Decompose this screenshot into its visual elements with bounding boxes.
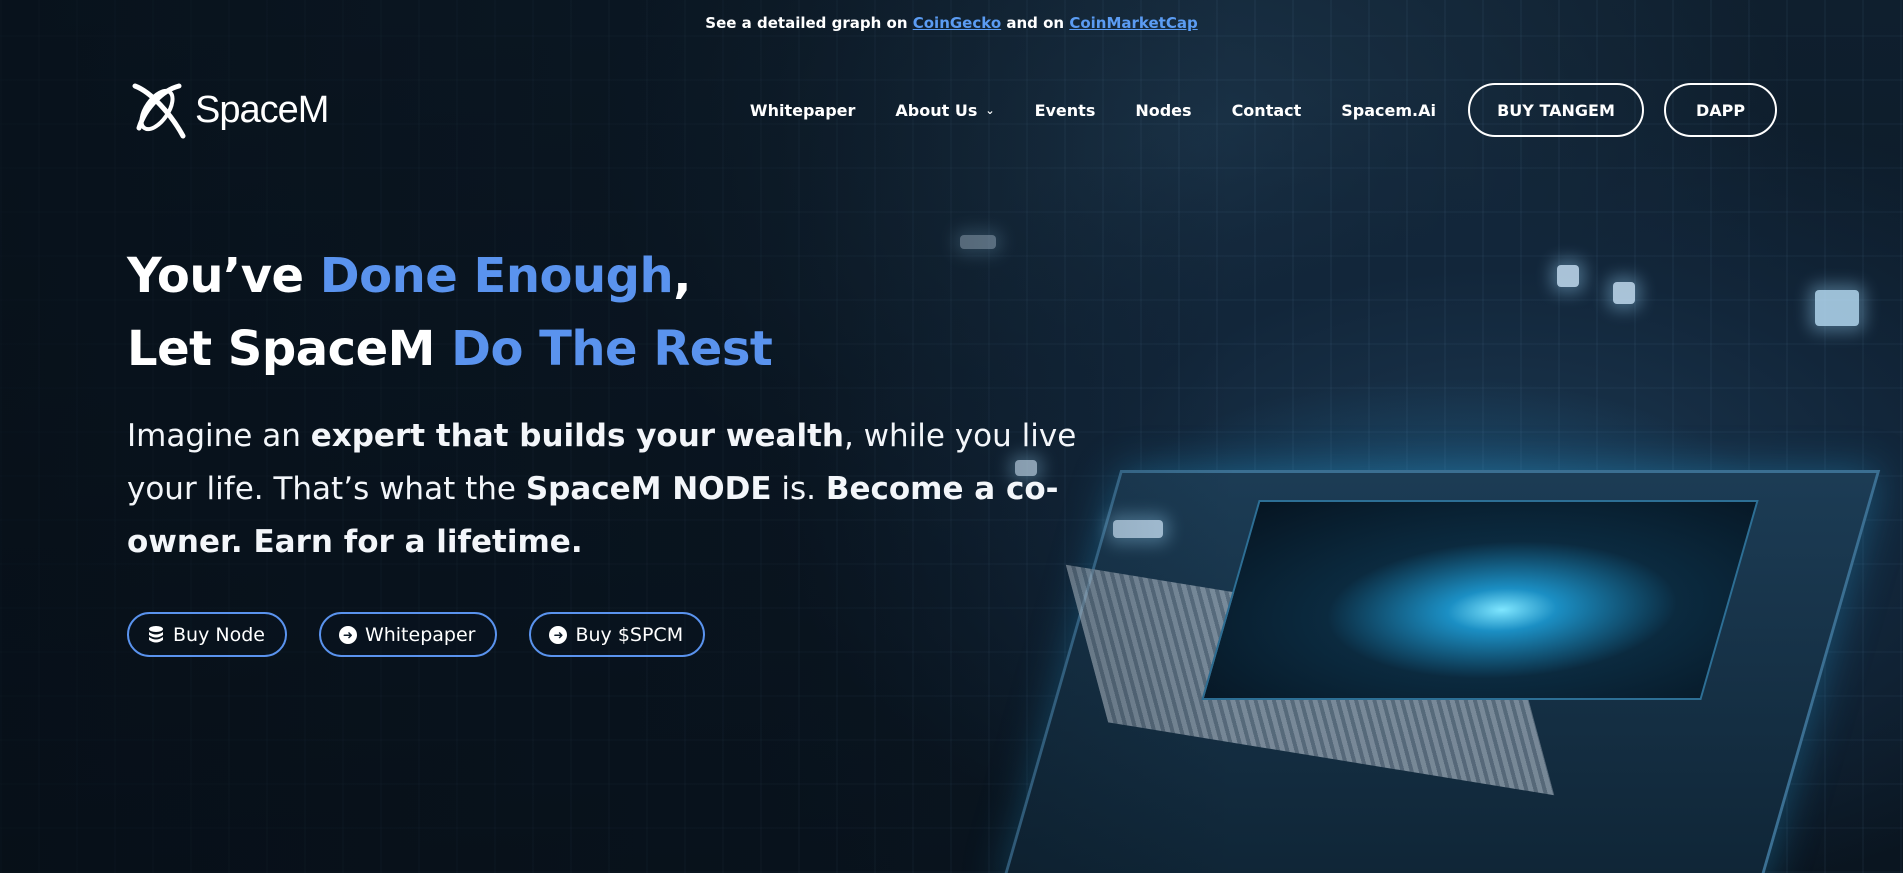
buy-spcm-button[interactable]: ➜ Buy $SPCM [529, 612, 706, 657]
dapp-button[interactable]: DAPP [1664, 83, 1777, 137]
coingecko-link[interactable]: CoinGecko [913, 14, 1001, 32]
nav-label: Events [1034, 100, 1096, 120]
lede-bold: SpaceM NODE [525, 471, 772, 507]
nav-events[interactable]: Events [1035, 101, 1096, 120]
glow-light [1613, 282, 1635, 304]
headline-accent-text: Done Enough [319, 248, 674, 304]
nav-label: Spacem.Ai [1341, 100, 1436, 120]
whitepaper-cta-button[interactable]: ➜ Whitepaper [318, 612, 498, 657]
nav-about-us[interactable]: About Us ⌄ [895, 101, 994, 120]
headline-punctuation: , [673, 248, 691, 304]
nav-label: Nodes [1135, 100, 1192, 120]
nav-label: Contact [1231, 100, 1302, 120]
nav-label: Whitepaper [749, 100, 856, 120]
cta-row: Buy Node ➜ Whitepaper ➜ Buy $SPCM [127, 612, 1087, 657]
main-nav: Whitepaper About Us ⌄ Events Nodes Conta… [750, 83, 1777, 137]
nav-spacem-ai[interactable]: Spacem.Ai [1341, 101, 1436, 120]
logo-text: SpaceM [195, 88, 329, 131]
hero-section: You’ve Done Enough, Let SpaceM Do The Re… [127, 240, 1087, 657]
buy-tangem-button[interactable]: BUY TANGEM [1468, 83, 1644, 137]
nav-label: About Us [895, 100, 978, 120]
nav-whitepaper[interactable]: Whitepaper [750, 101, 855, 120]
headline-white-text: You’ve [127, 248, 320, 304]
coinmarketcap-link[interactable]: CoinMarketCap [1069, 14, 1197, 32]
headline-line-1: You’ve Done Enough, [127, 240, 1087, 313]
arrow-circle-right-icon: ➜ [338, 625, 357, 644]
arrow-circle-right-icon: ➜ [549, 625, 568, 644]
buy-spcm-label: Buy $SPCM [575, 623, 684, 646]
glow-light [1815, 290, 1859, 326]
spacem-logo-icon [132, 83, 186, 139]
headline-line-2: Let SpaceM Do The Rest [127, 313, 1087, 386]
lede-text: Imagine an [127, 418, 311, 454]
hero-headline: You’ve Done Enough, Let SpaceM Do The Re… [127, 240, 1087, 386]
glow-light [1113, 520, 1163, 538]
headline-white-text: Let SpaceM [127, 321, 452, 377]
whitepaper-cta-label: Whitepaper [364, 623, 476, 646]
lede-text: is. [771, 471, 826, 507]
logo[interactable]: SpaceM [127, 78, 329, 142]
notice-prefix: See a detailed graph on [705, 14, 913, 32]
chip-rim-graphic [1065, 564, 1555, 796]
nav-contact[interactable]: Contact [1232, 101, 1302, 120]
coins-icon [149, 625, 163, 642]
notice-middle: and on [1001, 14, 1070, 32]
chevron-down-icon: ⌄ [985, 103, 995, 117]
chip-core-graphic [1201, 500, 1759, 700]
headline-accent-text: Do The Rest [451, 321, 773, 377]
hero-description: Imagine an expert that builds your wealt… [127, 410, 1087, 569]
lede-bold: expert that builds your wealth [310, 418, 844, 454]
buy-node-button[interactable]: Buy Node [127, 612, 287, 657]
nav-nodes[interactable]: Nodes [1135, 101, 1191, 120]
chip-body-graphic [999, 470, 1881, 873]
top-notice-bar: See a detailed graph on CoinGecko and on… [0, 14, 1903, 32]
buy-node-label: Buy Node [173, 623, 265, 646]
glow-light [1557, 265, 1579, 287]
site-header: SpaceM Whitepaper About Us ⌄ Events Node… [127, 78, 1777, 142]
